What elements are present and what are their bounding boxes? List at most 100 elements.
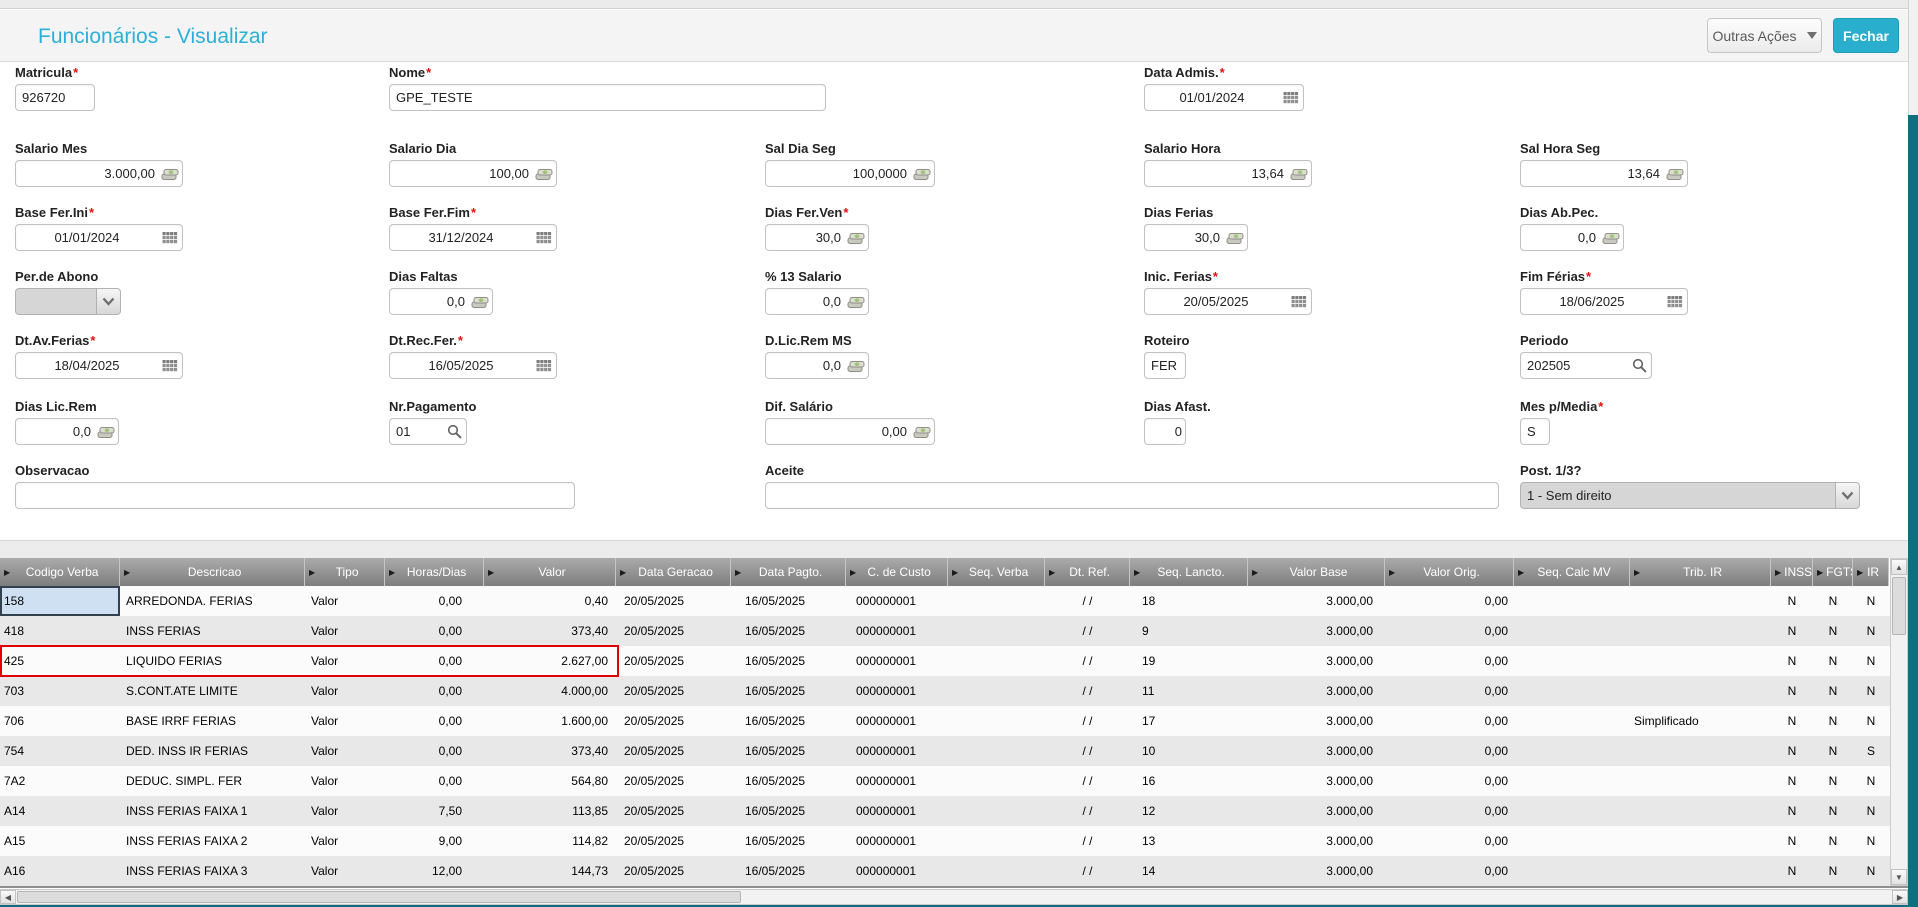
data_pagto-cell[interactable]: 16/05/2025 [731,796,846,826]
column-header-valor_base[interactable]: ▶ Valor Base [1248,558,1385,586]
trib_ir-cell[interactable] [1630,676,1771,706]
dias_fer_ven-field[interactable]: 30,0 [765,224,869,251]
data_geracao-cell[interactable]: 20/05/2025 [616,826,731,856]
c_custo-cell[interactable]: 000000001 [846,586,948,616]
trib_ir-cell[interactable] [1630,766,1771,796]
dt_ref-cell[interactable]: / / [1045,736,1130,766]
c_custo-cell[interactable]: 000000001 [846,796,948,826]
nome-field[interactable]: GPE_TESTE [389,84,826,111]
tipo-cell[interactable]: Valor [305,586,385,616]
c_custo-cell[interactable]: 000000001 [846,826,948,856]
horizontal-scrollbar-thumb[interactable] [17,891,741,903]
column-header-codigo[interactable]: ▶ Codigo Verba [0,558,120,586]
dias_faltas-field[interactable]: 0,0 [389,288,493,315]
ir-cell[interactable]: N [1853,766,1889,796]
valor_orig-cell[interactable]: 0,00 [1385,676,1514,706]
valor-cell[interactable]: 373,40 [484,616,616,646]
valor_base-cell[interactable]: 3.000,00 [1248,826,1385,856]
codigo-cell[interactable]: A16 [0,856,120,886]
valor_orig-cell[interactable]: 0,00 [1385,646,1514,676]
scroll-up-icon[interactable]: ▲ [1891,559,1907,575]
ir-cell[interactable]: N [1853,646,1889,676]
descricao-cell[interactable]: DEDUC. SIMPL. FER [120,766,305,796]
column-header-horas_dias[interactable]: ▶ Horas/Dias [385,558,484,586]
valor-cell[interactable]: 564,80 [484,766,616,796]
codigo-cell[interactable]: 706 [0,706,120,736]
dt_ref-cell[interactable]: / / [1045,616,1130,646]
horas_dias-cell[interactable]: 0,00 [385,706,484,736]
trib_ir-cell[interactable] [1630,616,1771,646]
c_custo-cell[interactable]: 000000001 [846,616,948,646]
codigo-cell[interactable]: 418 [0,616,120,646]
column-header-seq_verba[interactable]: ▶ Seq. Verba [948,558,1045,586]
fgts-cell[interactable]: N [1813,676,1853,706]
column-header-seq_lancto[interactable]: ▶ Seq. Lancto. [1130,558,1248,586]
column-header-seq_calc_mv[interactable]: ▶ Seq. Calc MV [1514,558,1630,586]
seq_lancto-cell[interactable]: 17 [1130,706,1248,736]
valor_base-cell[interactable]: 3.000,00 [1248,646,1385,676]
tipo-cell[interactable]: Valor [305,826,385,856]
valor-cell[interactable]: 0,40 [484,586,616,616]
seq_calc_mv-cell[interactable] [1514,856,1630,886]
dt_ref-cell[interactable]: / / [1045,826,1130,856]
aceite-field[interactable] [765,482,1499,509]
seq_verba-cell[interactable] [948,706,1045,736]
money-icon[interactable] [910,419,934,444]
seq_calc_mv-cell[interactable] [1514,676,1630,706]
data_pagto-cell[interactable]: 16/05/2025 [731,706,846,736]
seq_verba-cell[interactable] [948,646,1045,676]
seq_lancto-cell[interactable]: 11 [1130,676,1248,706]
c_custo-cell[interactable]: 000000001 [846,736,948,766]
trib_ir-cell[interactable] [1630,826,1771,856]
valor_base-cell[interactable]: 3.000,00 [1248,676,1385,706]
dt_ref-cell[interactable]: / / [1045,766,1130,796]
scroll-left-icon[interactable]: ◀ [0,890,16,904]
codigo-cell[interactable]: 158 [0,586,120,616]
fgts-cell[interactable]: N [1813,856,1853,886]
fim_ferias-field[interactable]: 18/06/2025 [1520,288,1688,315]
ir-cell[interactable]: N [1853,796,1889,826]
money-icon[interactable] [844,225,868,250]
descricao-cell[interactable]: DED. INSS IR FERIAS [120,736,305,766]
valor_base-cell[interactable]: 3.000,00 [1248,736,1385,766]
horas_dias-cell[interactable]: 0,00 [385,616,484,646]
data_geracao-cell[interactable]: 20/05/2025 [616,646,731,676]
seq_lancto-cell[interactable]: 14 [1130,856,1248,886]
seq_verba-cell[interactable] [948,736,1045,766]
money-icon[interactable] [844,353,868,378]
inss-cell[interactable]: N [1771,616,1813,646]
inic_ferias-field[interactable]: 20/05/2025 [1144,288,1312,315]
money-icon[interactable] [1223,225,1247,250]
calendar-icon[interactable] [1279,85,1303,110]
seq_calc_mv-cell[interactable] [1514,616,1630,646]
horas_dias-cell[interactable]: 7,50 [385,796,484,826]
seq_lancto-cell[interactable]: 10 [1130,736,1248,766]
inss-cell[interactable]: N [1771,736,1813,766]
calendar-icon[interactable] [158,225,182,250]
ir-cell[interactable]: S [1853,736,1889,766]
seq_lancto-cell[interactable]: 12 [1130,796,1248,826]
tipo-cell[interactable]: Valor [305,616,385,646]
column-header-ir[interactable]: ▶ IR [1853,558,1889,586]
data_geracao-cell[interactable]: 20/05/2025 [616,766,731,796]
salario_mes-field[interactable]: 3.000,00 [15,160,183,187]
valor_orig-cell[interactable]: 0,00 [1385,826,1514,856]
data_pagto-cell[interactable]: 16/05/2025 [731,766,846,796]
data_geracao-cell[interactable]: 20/05/2025 [616,676,731,706]
data_pagto-cell[interactable]: 16/05/2025 [731,826,846,856]
seq_verba-cell[interactable] [948,856,1045,886]
c_custo-cell[interactable]: 000000001 [846,646,948,676]
fgts-cell[interactable]: N [1813,646,1853,676]
seq_lancto-cell[interactable]: 19 [1130,646,1248,676]
seq_calc_mv-cell[interactable] [1514,586,1630,616]
trib_ir-cell[interactable]: Simplificado [1630,706,1771,736]
dt_av_ferias-field[interactable]: 18/04/2025 [15,352,183,379]
column-header-valor_orig[interactable]: ▶ Valor Orig. [1385,558,1514,586]
horas_dias-cell[interactable]: 0,00 [385,646,484,676]
horizontal-scrollbar[interactable]: ◀ ▶ [0,889,1908,905]
dt_rec_fer-field[interactable]: 16/05/2025 [389,352,557,379]
scroll-right-icon[interactable]: ▶ [1892,890,1908,904]
search-icon[interactable] [442,419,466,444]
valor_base-cell[interactable]: 3.000,00 [1248,796,1385,826]
column-header-tipo[interactable]: ▶ Tipo [305,558,385,586]
